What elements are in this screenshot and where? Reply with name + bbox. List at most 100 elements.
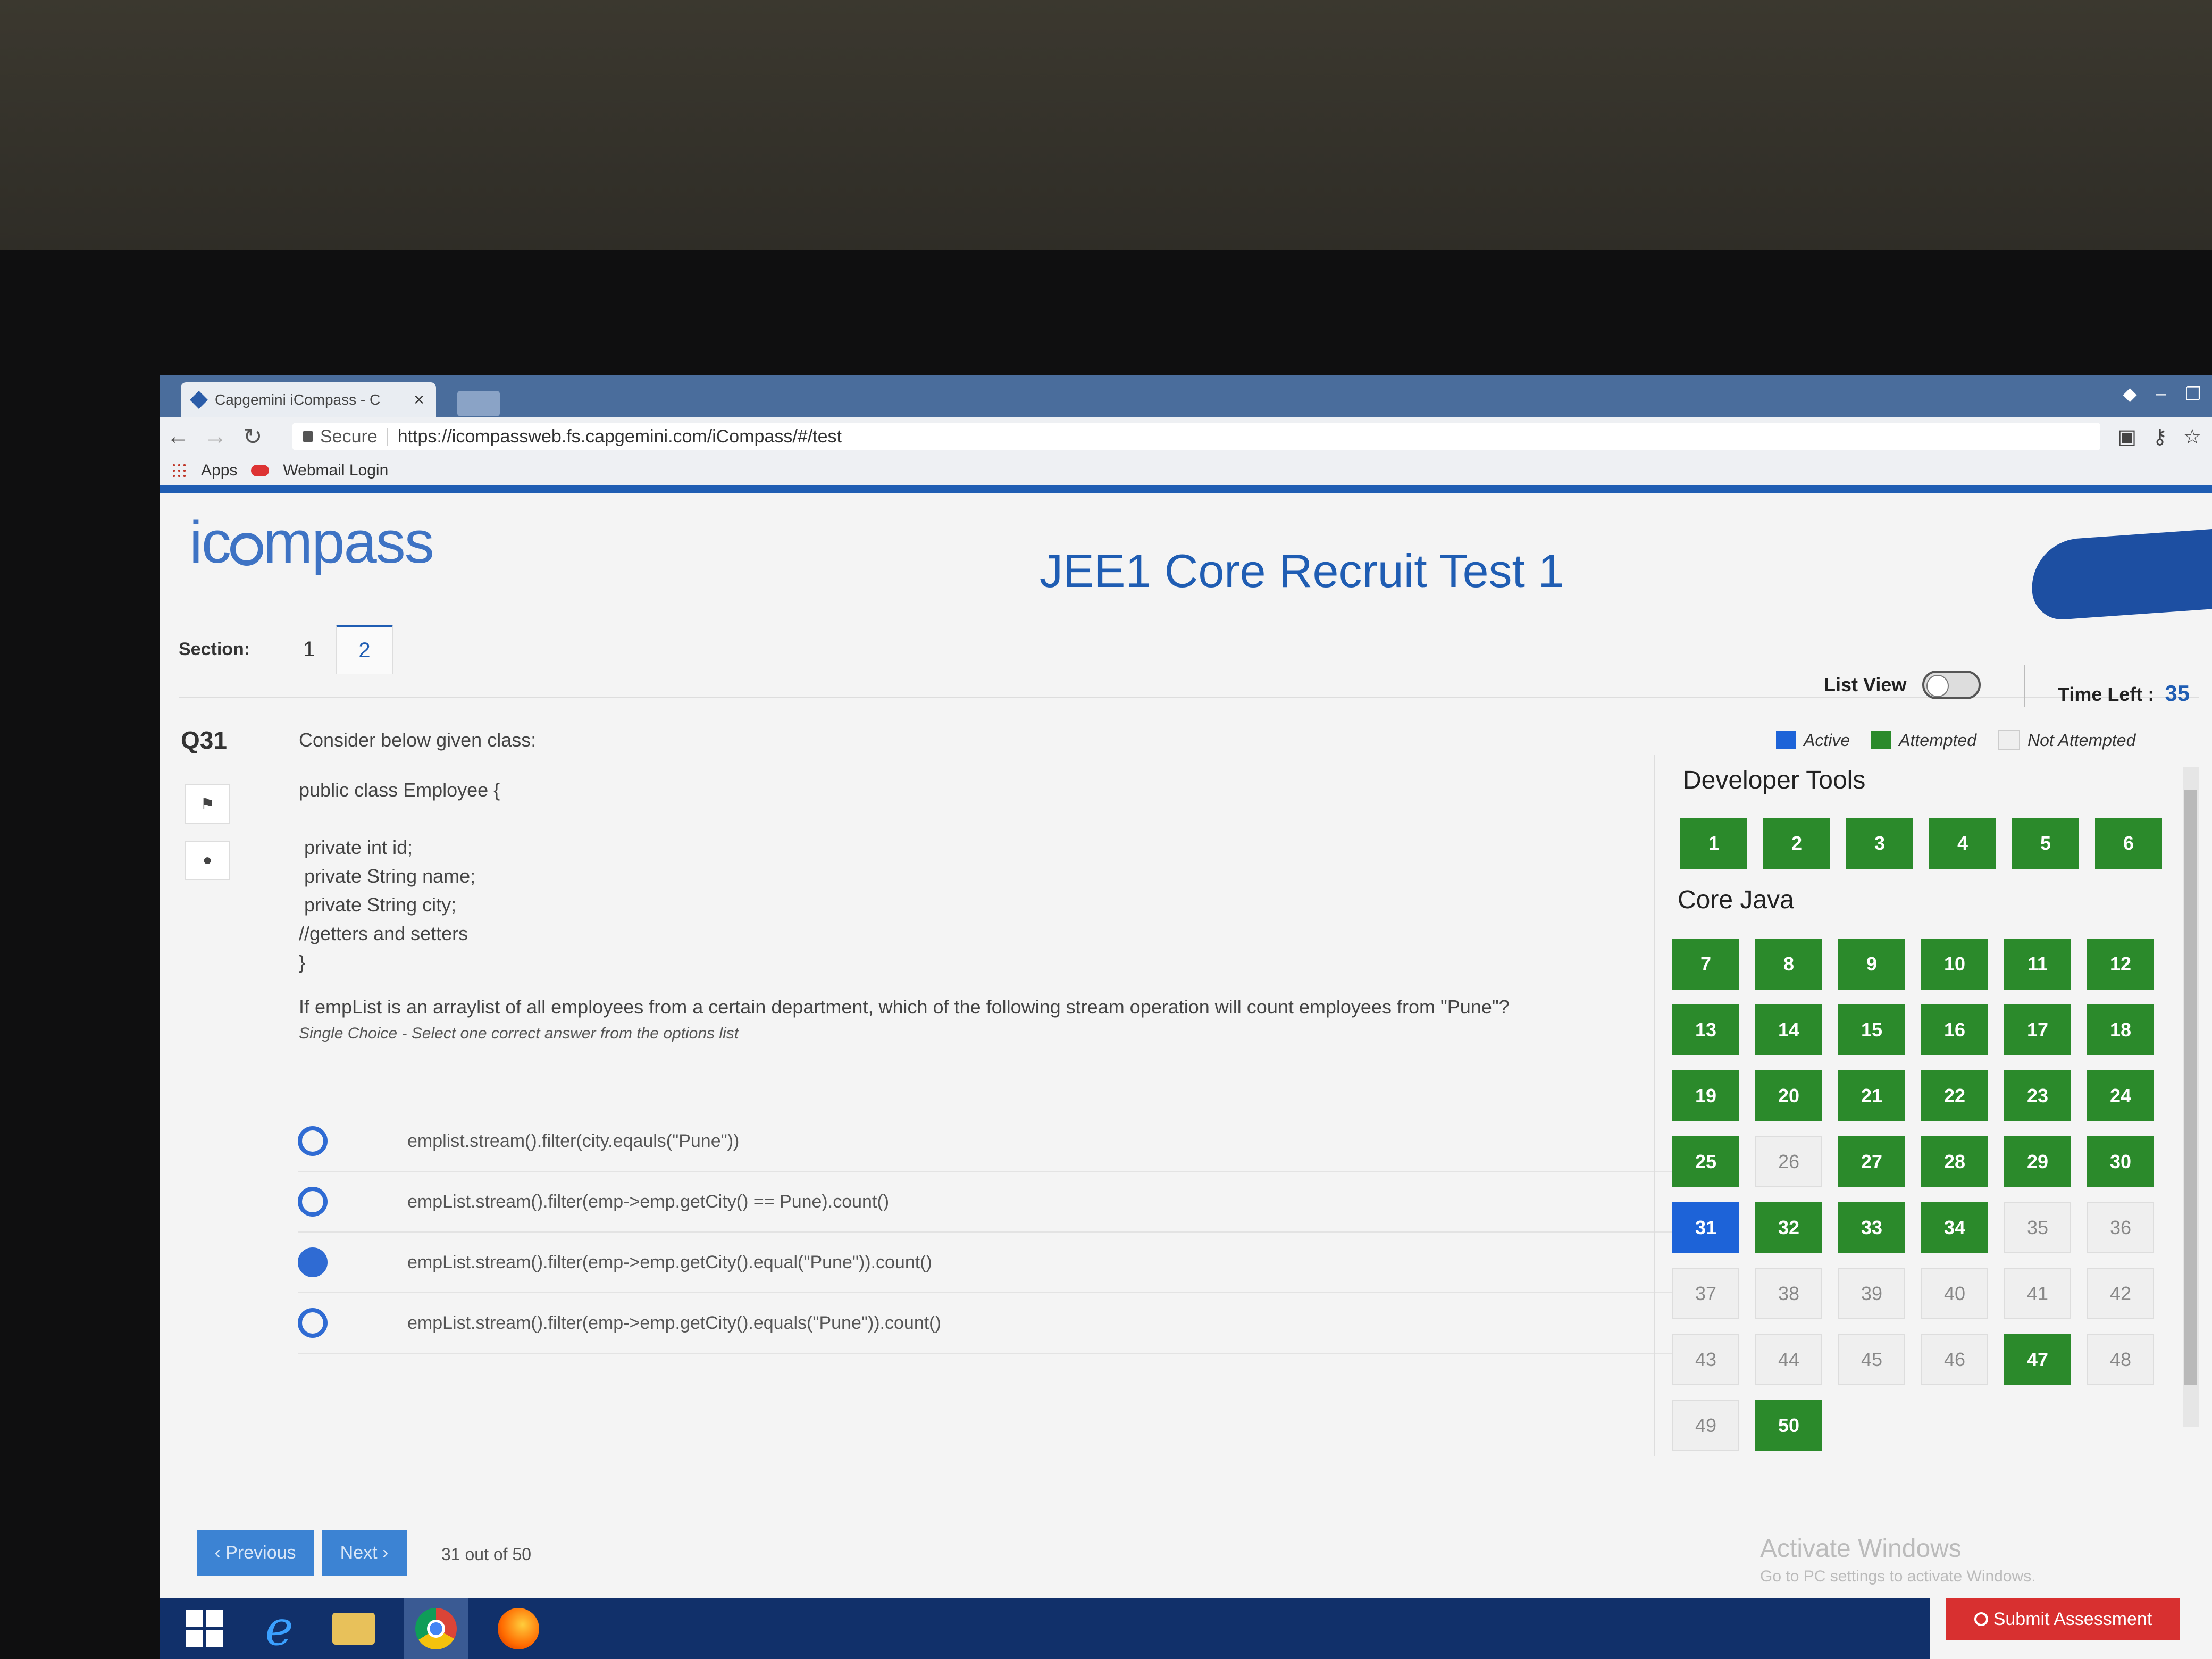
extension-icon[interactable]: ▣ (2117, 425, 2136, 449)
option-1[interactable]: emplist.stream().filter(city.eqauls("Pun… (298, 1111, 1733, 1172)
apps-grid-icon (171, 463, 187, 479)
question-button-26[interactable]: 26 (1755, 1136, 1822, 1187)
question-button-8[interactable]: 8 (1755, 939, 1822, 990)
question-button-7[interactable]: 7 (1672, 939, 1739, 990)
question-button-11[interactable]: 11 (2004, 939, 2071, 990)
question-button-19[interactable]: 19 (1672, 1070, 1739, 1121)
question-button-40[interactable]: 40 (1921, 1268, 1988, 1319)
question-button-43[interactable]: 43 (1672, 1334, 1739, 1385)
question-button-38[interactable]: 38 (1755, 1268, 1822, 1319)
power-icon (1974, 1612, 1988, 1626)
question-counter: 31 out of 50 (441, 1545, 532, 1564)
close-tab-icon[interactable]: × (414, 390, 424, 410)
question-button-15[interactable]: 15 (1838, 1004, 1905, 1055)
question-button-18[interactable]: 18 (2087, 1004, 2154, 1055)
back-icon[interactable]: ← (160, 423, 197, 450)
reload-icon[interactable]: ↻ (234, 423, 271, 450)
question-button-48[interactable]: 48 (2087, 1334, 2154, 1385)
question-button-37[interactable]: 37 (1672, 1268, 1739, 1319)
question-button-50[interactable]: 50 (1755, 1400, 1822, 1451)
question-button-4[interactable]: 4 (1929, 818, 1996, 869)
question-button-9[interactable]: 9 (1838, 939, 1905, 990)
question-button-5[interactable]: 5 (2012, 818, 2079, 869)
answer-options: emplist.stream().filter(city.eqauls("Pun… (298, 1111, 1733, 1354)
option-radio-selected[interactable] (298, 1247, 328, 1277)
bookmarks-bar: Apps Webmail Login (160, 456, 2212, 485)
option-2[interactable]: empList.stream().filter(emp->emp.getCity… (298, 1172, 1733, 1233)
option-3[interactable]: empList.stream().filter(emp->emp.getCity… (298, 1233, 1733, 1293)
file-explorer-button[interactable] (330, 1605, 378, 1653)
minimize-icon[interactable]: – (2156, 383, 2166, 405)
question-button-14[interactable]: 14 (1755, 1004, 1822, 1055)
question-button-30[interactable]: 30 (2087, 1136, 2154, 1187)
question-button-17[interactable]: 17 (2004, 1004, 2071, 1055)
question-button-36[interactable]: 36 (2087, 1202, 2154, 1253)
question-button-28[interactable]: 28 (1921, 1136, 1988, 1187)
list-view-toggle[interactable] (1922, 671, 1981, 699)
question-button-24[interactable]: 24 (2087, 1070, 2154, 1121)
next-button[interactable]: Next › (322, 1530, 407, 1576)
question-button-31[interactable]: 31 (1672, 1202, 1739, 1253)
question-button-33[interactable]: 33 (1838, 1202, 1905, 1253)
user-icon[interactable]: ◆ (2123, 383, 2136, 405)
key-icon[interactable]: ⚷ (2152, 425, 2167, 449)
question-button-13[interactable]: 13 (1672, 1004, 1739, 1055)
tab-section-2[interactable]: 2 (336, 625, 393, 674)
palette-scroll-thumb[interactable] (2184, 790, 2197, 1385)
question-button-46[interactable]: 46 (1921, 1334, 1988, 1385)
forward-icon[interactable]: → (197, 423, 234, 450)
header-accent-line (160, 485, 2212, 493)
firefox-button[interactable] (495, 1605, 542, 1653)
bookmark-apps[interactable]: Apps (201, 462, 237, 480)
question-button-47[interactable]: 47 (2004, 1334, 2071, 1385)
question-button-20[interactable]: 20 (1755, 1070, 1822, 1121)
option-4[interactable]: empList.stream().filter(emp->emp.getCity… (298, 1293, 1733, 1354)
question-button-22[interactable]: 22 (1921, 1070, 1988, 1121)
address-bar[interactable]: Secure https://icompassweb.fs.capgemini.… (292, 423, 2100, 450)
question-button-21[interactable]: 21 (1838, 1070, 1905, 1121)
question-button-23[interactable]: 23 (2004, 1070, 2071, 1121)
submit-assessment-button[interactable]: Submit Assessment (1946, 1598, 2180, 1640)
new-tab-button[interactable] (457, 391, 500, 416)
option-radio[interactable] (298, 1126, 328, 1156)
list-view-label: List View (1824, 674, 1907, 696)
start-button[interactable] (181, 1605, 229, 1653)
question-button-27[interactable]: 27 (1838, 1136, 1905, 1187)
question-button-45[interactable]: 45 (1838, 1334, 1905, 1385)
option-radio[interactable] (298, 1187, 328, 1217)
question-button-44[interactable]: 44 (1755, 1334, 1822, 1385)
option-text: empList.stream().filter(emp->emp.getCity… (407, 1312, 941, 1333)
browser-tab[interactable]: Capgemini iCompass - C × (181, 382, 436, 417)
chrome-button[interactable] (404, 1598, 468, 1659)
bookmark-webmail[interactable]: Webmail Login (283, 462, 388, 480)
question-button-29[interactable]: 29 (2004, 1136, 2071, 1187)
question-button-1[interactable]: 1 (1680, 818, 1747, 869)
question-code: public class Employee { private int id; … (299, 779, 500, 973)
question-button-16[interactable]: 16 (1921, 1004, 1988, 1055)
question-button-25[interactable]: 25 (1672, 1136, 1739, 1187)
question-button-41[interactable]: 41 (2004, 1268, 2071, 1319)
compass-icon (230, 533, 263, 566)
question-button-32[interactable]: 32 (1755, 1202, 1822, 1253)
tab-section-1[interactable]: 1 (282, 626, 336, 673)
question-button-34[interactable]: 34 (1921, 1202, 1988, 1253)
previous-button[interactable]: ‹ Previous (197, 1530, 314, 1576)
question-button-6[interactable]: 6 (2095, 818, 2162, 869)
question-button-42[interactable]: 42 (2087, 1268, 2154, 1319)
star-icon[interactable]: ☆ (2183, 425, 2201, 449)
question-button-35[interactable]: 35 (2004, 1202, 2071, 1253)
question-body: Consider below given class: public class… (299, 726, 1628, 1045)
internet-explorer-button[interactable]: e (255, 1601, 303, 1656)
bookmark-button[interactable]: ● (185, 841, 230, 880)
lock-icon (303, 431, 313, 442)
question-button-10[interactable]: 10 (1921, 939, 1988, 990)
flag-button[interactable]: ⚑ (185, 784, 230, 824)
question-button-39[interactable]: 39 (1838, 1268, 1905, 1319)
list-view-control: List View (1824, 671, 1981, 699)
question-button-2[interactable]: 2 (1763, 818, 1830, 869)
question-button-49[interactable]: 49 (1672, 1400, 1739, 1451)
restore-icon[interactable]: ❐ (2185, 383, 2201, 405)
question-button-3[interactable]: 3 (1846, 818, 1913, 869)
question-button-12[interactable]: 12 (2087, 939, 2154, 990)
option-radio[interactable] (298, 1308, 328, 1338)
